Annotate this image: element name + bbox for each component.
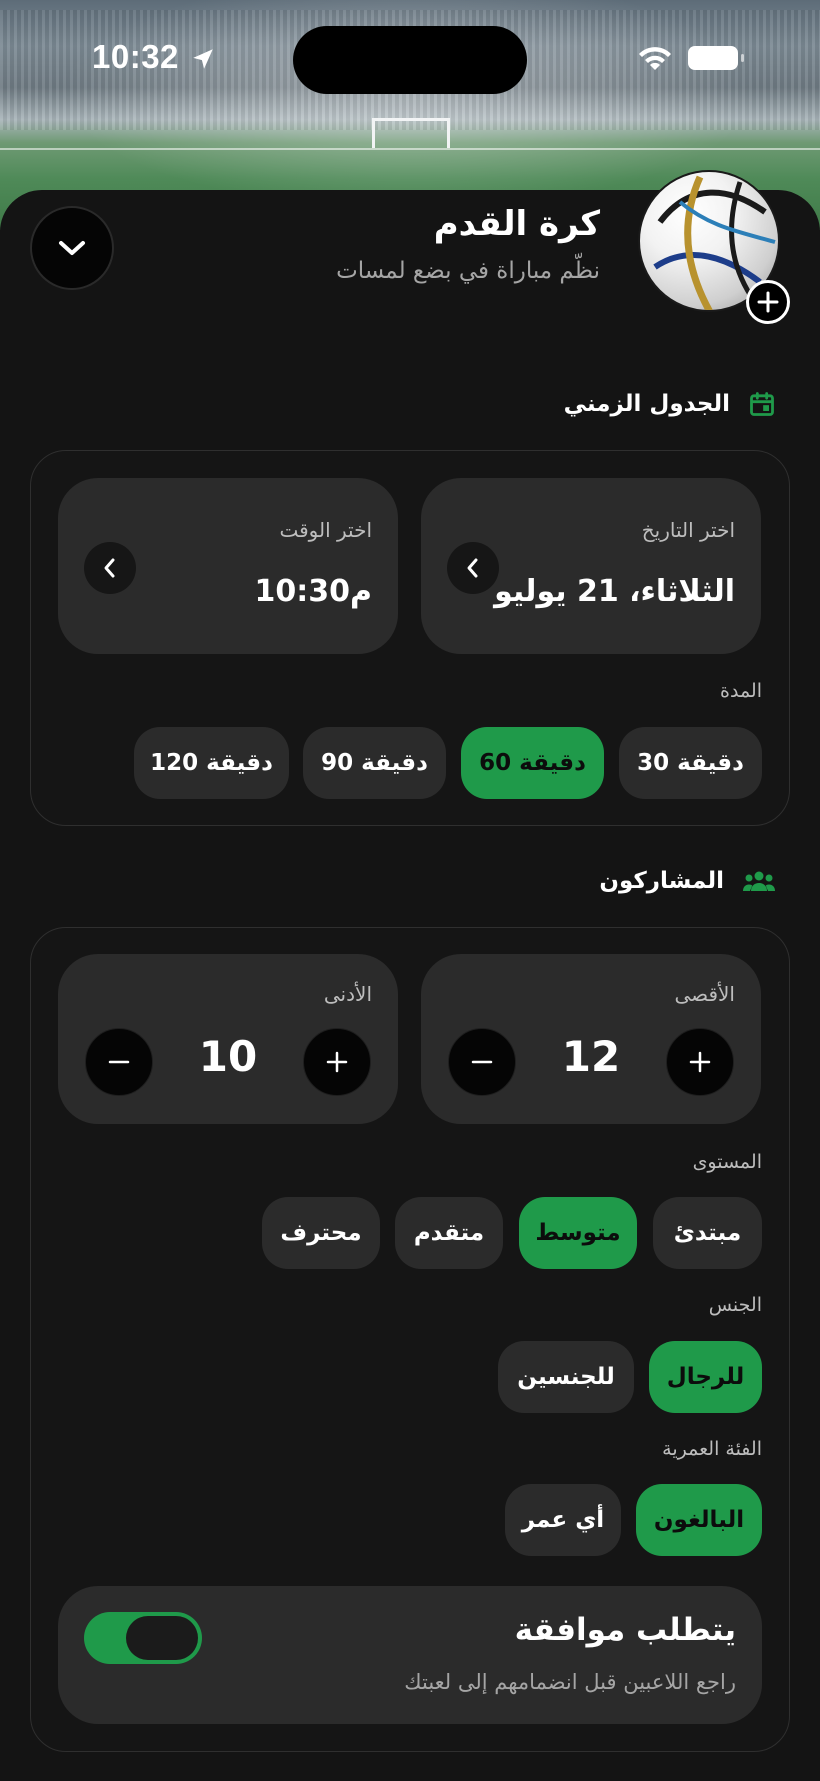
chevron-down-icon (59, 241, 85, 255)
age-chip-adults[interactable]: البالغون (636, 1484, 762, 1556)
page-title: كرة القدم (433, 204, 600, 244)
gender-label: الجنس (708, 1294, 762, 1316)
battery-icon (688, 46, 744, 70)
min-value: 10 (198, 1032, 258, 1081)
duration-chip-120[interactable]: 120 دقيقة (134, 727, 289, 799)
minus-icon (471, 1060, 493, 1064)
time-value: 10:30م (254, 574, 373, 609)
max-increment-button[interactable] (666, 1028, 734, 1096)
dynamic-island (293, 26, 527, 94)
status-time: 10:32 (92, 38, 179, 75)
time-picker-chevron[interactable] (84, 542, 136, 594)
duration-label: المدة (720, 680, 762, 702)
level-label: المستوى (692, 1151, 762, 1173)
max-decrement-button[interactable] (448, 1028, 516, 1096)
max-label: الأقصى (674, 982, 735, 1006)
level-chip-pro[interactable]: محترف (262, 1197, 380, 1269)
participants-section-header: المشاركون (599, 868, 776, 894)
duration-chip-30[interactable]: 30 دقيقة (619, 727, 762, 799)
plus-icon (689, 1051, 711, 1073)
duration-chip-90[interactable]: 90 دقيقة (303, 727, 446, 799)
calendar-icon (750, 392, 774, 416)
time-picker[interactable]: اختر الوقت 10:30م (58, 478, 398, 654)
age-label: الفئة العمرية (662, 1438, 762, 1460)
plus-icon (757, 291, 779, 313)
max-players-stepper: الأقصى 12 (421, 954, 761, 1124)
goal-post (372, 118, 450, 148)
participants-section-title: المشاركون (599, 868, 724, 894)
minus-icon (108, 1060, 130, 1064)
schedule-section-header: الجدول الزمني (564, 390, 776, 418)
wifi-icon (636, 44, 674, 76)
people-icon (743, 871, 775, 891)
plus-icon (326, 1051, 348, 1073)
time-label: اختر الوقت (279, 518, 372, 542)
schedule-section-title: الجدول الزمني (563, 391, 730, 417)
min-increment-button[interactable] (303, 1028, 371, 1096)
level-chip-advanced[interactable]: متقدم (395, 1197, 503, 1269)
approval-toggle[interactable] (84, 1612, 202, 1664)
chevron-left-icon (467, 558, 478, 578)
date-picker[interactable]: اختر التاريخ الثلاثاء، 21 يوليو (421, 478, 761, 654)
toggle-knob (126, 1616, 198, 1660)
min-decrement-button[interactable] (85, 1028, 153, 1096)
max-value: 12 (561, 1032, 621, 1081)
level-chip-intermediate[interactable]: متوسط (519, 1197, 637, 1269)
approval-title: يتطلب موافقة (514, 1612, 736, 1648)
location-arrow-icon (190, 46, 216, 76)
min-label: الأدنى (323, 982, 372, 1006)
approval-subtitle: راجع اللاعبين قبل انضمامهم إلى لعبتك (404, 1670, 736, 1694)
pitch-line (0, 148, 820, 150)
collapse-button[interactable] (30, 206, 114, 290)
age-chip-any[interactable]: أي عمر (505, 1484, 621, 1556)
gender-chip-men[interactable]: للرجال (649, 1341, 762, 1413)
add-image-button[interactable] (746, 280, 790, 324)
date-value: الثلاثاء، 21 يوليو (494, 574, 735, 609)
level-chip-beginner[interactable]: مبتدئ (653, 1197, 762, 1269)
page-subtitle: نظّم مباراة في بضع لمسات (336, 258, 600, 284)
chevron-left-icon (104, 558, 115, 578)
requires-approval-row: يتطلب موافقة راجع اللاعبين قبل انضمامهم … (58, 1586, 762, 1724)
gender-chip-mixed[interactable]: للجنسين (498, 1341, 634, 1413)
min-players-stepper: الأدنى 10 (58, 954, 398, 1124)
date-picker-chevron[interactable] (447, 542, 499, 594)
duration-chip-60[interactable]: 60 دقيقة (461, 727, 604, 799)
date-label: اختر التاريخ (641, 518, 735, 542)
